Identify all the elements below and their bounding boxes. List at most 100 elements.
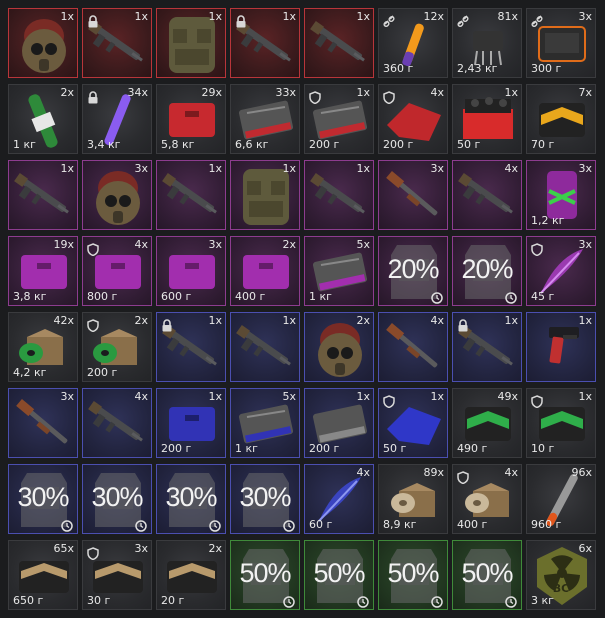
item-weight: 400 г xyxy=(457,518,488,531)
item-weight: 4,2 кг xyxy=(13,366,47,379)
inventory-slot[interactable]: 4x xyxy=(452,160,522,230)
shield-icon xyxy=(383,393,395,409)
inventory-slot[interactable]: 50% xyxy=(378,540,448,610)
inventory-slot[interactable]: 2x 20 г xyxy=(156,540,226,610)
inventory-slot[interactable]: 4x xyxy=(378,312,448,382)
item-quantity: 1x xyxy=(356,162,370,175)
inventory-slot[interactable]: 89x 8,9 кг xyxy=(378,464,448,534)
item-quantity: 42x xyxy=(53,314,74,327)
inventory-slot[interactable]: 30% xyxy=(230,464,300,534)
item-weight: 3,4 кг xyxy=(87,138,121,151)
inventory-slot[interactable]: 1x xyxy=(452,312,522,382)
inventory-slot[interactable]: 96x 960 г xyxy=(526,464,596,534)
item-quantity: 1x xyxy=(208,10,222,23)
inventory-slot[interactable]: 65x 650 г xyxy=(8,540,78,610)
item-quantity: 1x xyxy=(356,86,370,99)
inventory-slot[interactable]: 49x 490 г xyxy=(452,388,522,458)
inventory-slot[interactable]: 3x xyxy=(378,160,448,230)
inventory-slot[interactable]: 1x 10 г xyxy=(526,388,596,458)
item-weight: 400 г xyxy=(235,290,266,303)
chain-link-icon xyxy=(383,13,395,28)
inventory-slot[interactable]: 2x 400 г xyxy=(230,236,300,306)
inventory-slot[interactable]: 2x 200 г xyxy=(82,312,152,382)
discount-percent: 20% xyxy=(461,254,513,284)
inventory-slot[interactable]: 3x 1,2 кг xyxy=(526,160,596,230)
inventory-slot[interactable]: 1x xyxy=(230,312,300,382)
inventory-slot[interactable]: 1x 50 г xyxy=(452,84,522,154)
inventory-slot[interactable]: 3x xyxy=(82,160,152,230)
discount-percent: 50% xyxy=(313,558,365,588)
inventory-slot[interactable]: 20% xyxy=(452,236,522,306)
item-weight: 60 г xyxy=(309,518,333,531)
item-quantity: 2x xyxy=(356,314,370,327)
item-quantity: 7x xyxy=(578,86,592,99)
item-quantity: 3x xyxy=(134,542,148,555)
inventory-slot[interactable]: 30% xyxy=(82,464,152,534)
discount-percent: 30% xyxy=(165,482,217,512)
clock-icon xyxy=(505,593,517,608)
inventory-slot[interactable]: 1x xyxy=(230,8,300,78)
item-quantity: 1x xyxy=(282,10,296,23)
item-quantity: 1x xyxy=(578,314,592,327)
inventory-slot[interactable]: 2x xyxy=(304,312,374,382)
inventory-slot[interactable]: 1x 200 г xyxy=(156,388,226,458)
inventory-slot[interactable]: 50% xyxy=(304,540,374,610)
clock-icon xyxy=(135,517,147,532)
inventory-slot[interactable]: 12x 360 г xyxy=(378,8,448,78)
shield-icon xyxy=(87,241,99,257)
inventory-slot[interactable]: 1x xyxy=(8,160,78,230)
item-quantity: 96x xyxy=(571,466,592,479)
inventory-slot[interactable]: 1x xyxy=(304,160,374,230)
inventory-slot[interactable]: 34x 3,4 кг xyxy=(82,84,152,154)
inventory-slot[interactable]: 7x 70 г xyxy=(526,84,596,154)
inventory-slot[interactable]: 1x xyxy=(8,8,78,78)
inventory-slot[interactable]: 30% xyxy=(156,464,226,534)
inventory-slot[interactable]: 4x 60 г xyxy=(304,464,374,534)
inventory-slot[interactable]: 4x 400 г xyxy=(452,464,522,534)
inventory-slot[interactable]: 20% xyxy=(378,236,448,306)
inventory-slot[interactable]: 33x 6,6 кг xyxy=(230,84,300,154)
item-quantity: 49x xyxy=(497,390,518,403)
inventory-slot[interactable]: 1x xyxy=(230,160,300,230)
item-quantity: 4x xyxy=(504,466,518,479)
item-quantity: 1x xyxy=(504,86,518,99)
inventory-slot[interactable]: 3x 45 г xyxy=(526,236,596,306)
inventory-slot[interactable]: 3x 30 г xyxy=(82,540,152,610)
item-weight: 1 кг xyxy=(13,138,36,151)
inventory-slot[interactable]: 50% xyxy=(452,540,522,610)
inventory-slot[interactable]: 4x 800 г xyxy=(82,236,152,306)
inventory-slot[interactable]: 1x xyxy=(156,160,226,230)
chain-link-icon xyxy=(531,13,543,28)
clock-icon xyxy=(357,593,369,608)
inventory-slot[interactable]: 1x 200 г xyxy=(304,84,374,154)
item-quantity: 4x xyxy=(356,466,370,479)
inventory-slot[interactable]: 19x 3,8 кг xyxy=(8,236,78,306)
inventory-slot[interactable]: 1x 50 г xyxy=(378,388,448,458)
inventory-slot[interactable]: 4x xyxy=(82,388,152,458)
inventory-slot[interactable]: 30% xyxy=(8,464,78,534)
inventory-slot[interactable]: 29x 5,8 кг xyxy=(156,84,226,154)
inventory-slot[interactable]: 81x 2,43 кг xyxy=(452,8,522,78)
inventory-slot[interactable]: 5x 1 кг xyxy=(230,388,300,458)
inventory-slot[interactable]: 5x 1 кг xyxy=(304,236,374,306)
inventory-slot[interactable]: 3x xyxy=(8,388,78,458)
inventory-slot[interactable]: 2x 1 кг xyxy=(8,84,78,154)
inventory-slot[interactable]: 3x 600 г xyxy=(156,236,226,306)
item-weight: 1 кг xyxy=(235,442,258,455)
item-weight: 360 г xyxy=(383,62,414,75)
item-weight: 6,6 кг xyxy=(235,138,269,151)
inventory-slot[interactable]: 1x xyxy=(156,312,226,382)
inventory-slot[interactable]: 50% xyxy=(230,540,300,610)
item-weight: 70 г xyxy=(531,138,555,151)
inventory-slot[interactable]: 1x 200 г xyxy=(304,388,374,458)
inventory-slot[interactable]: 42x 4,2 кг xyxy=(8,312,78,382)
item-quantity: 2x xyxy=(208,542,222,555)
inventory-slot[interactable]: 3x 300 г xyxy=(526,8,596,78)
clock-icon xyxy=(283,517,295,532)
inventory-slot[interactable]: 1x xyxy=(82,8,152,78)
inventory-slot[interactable]: 1x xyxy=(156,8,226,78)
inventory-slot[interactable]: 1x xyxy=(304,8,374,78)
inventory-slot[interactable]: 4x 200 г xyxy=(378,84,448,154)
inventory-slot[interactable]: BC 6x 3 кг xyxy=(526,540,596,610)
inventory-slot[interactable]: 1x xyxy=(526,312,596,382)
